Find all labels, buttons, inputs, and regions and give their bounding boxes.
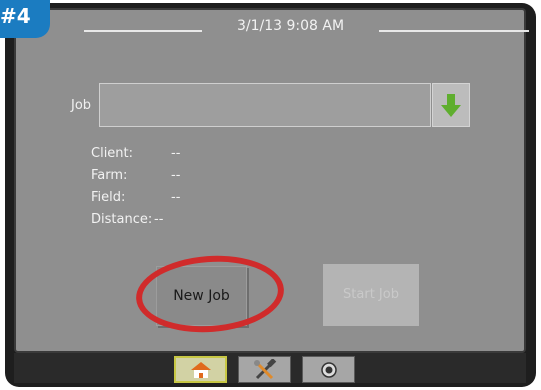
- home-icon: [190, 361, 211, 378]
- new-job-button[interactable]: New Job: [156, 266, 247, 326]
- start-job-button[interactable]: Start Job: [323, 264, 419, 326]
- tools-icon: [253, 358, 276, 379]
- datetime-display: 3/1/13 9:08 AM: [236, 18, 345, 34]
- distance-value: --: [154, 212, 164, 227]
- job-label: Job: [71, 98, 92, 113]
- header-divider-right: [379, 30, 529, 32]
- distance-label: Distance:: [91, 212, 153, 227]
- camera-tab[interactable]: [302, 356, 355, 383]
- field-value: --: [171, 190, 181, 205]
- job-panel: 3/1/13 9:08 AM Job Client: -- Farm: -- F…: [14, 8, 529, 353]
- field-label: Field:: [91, 190, 126, 205]
- client-label: Client:: [91, 146, 134, 161]
- tools-tab[interactable]: [238, 356, 291, 383]
- device-screen: 3/1/13 9:08 AM Job Client: -- Farm: -- F…: [5, 3, 536, 387]
- farm-value: --: [171, 168, 181, 183]
- green-down-arrow-icon: [441, 94, 461, 117]
- camera-icon: [320, 361, 337, 378]
- header-divider-left: [84, 30, 202, 32]
- taskbar: [14, 353, 526, 383]
- job-dropdown-button[interactable]: [432, 83, 470, 127]
- farm-label: Farm:: [91, 168, 128, 183]
- home-tab[interactable]: [174, 356, 227, 383]
- client-value: --: [171, 146, 181, 161]
- job-select-field[interactable]: [99, 83, 431, 127]
- step-badge: #4: [0, 0, 50, 38]
